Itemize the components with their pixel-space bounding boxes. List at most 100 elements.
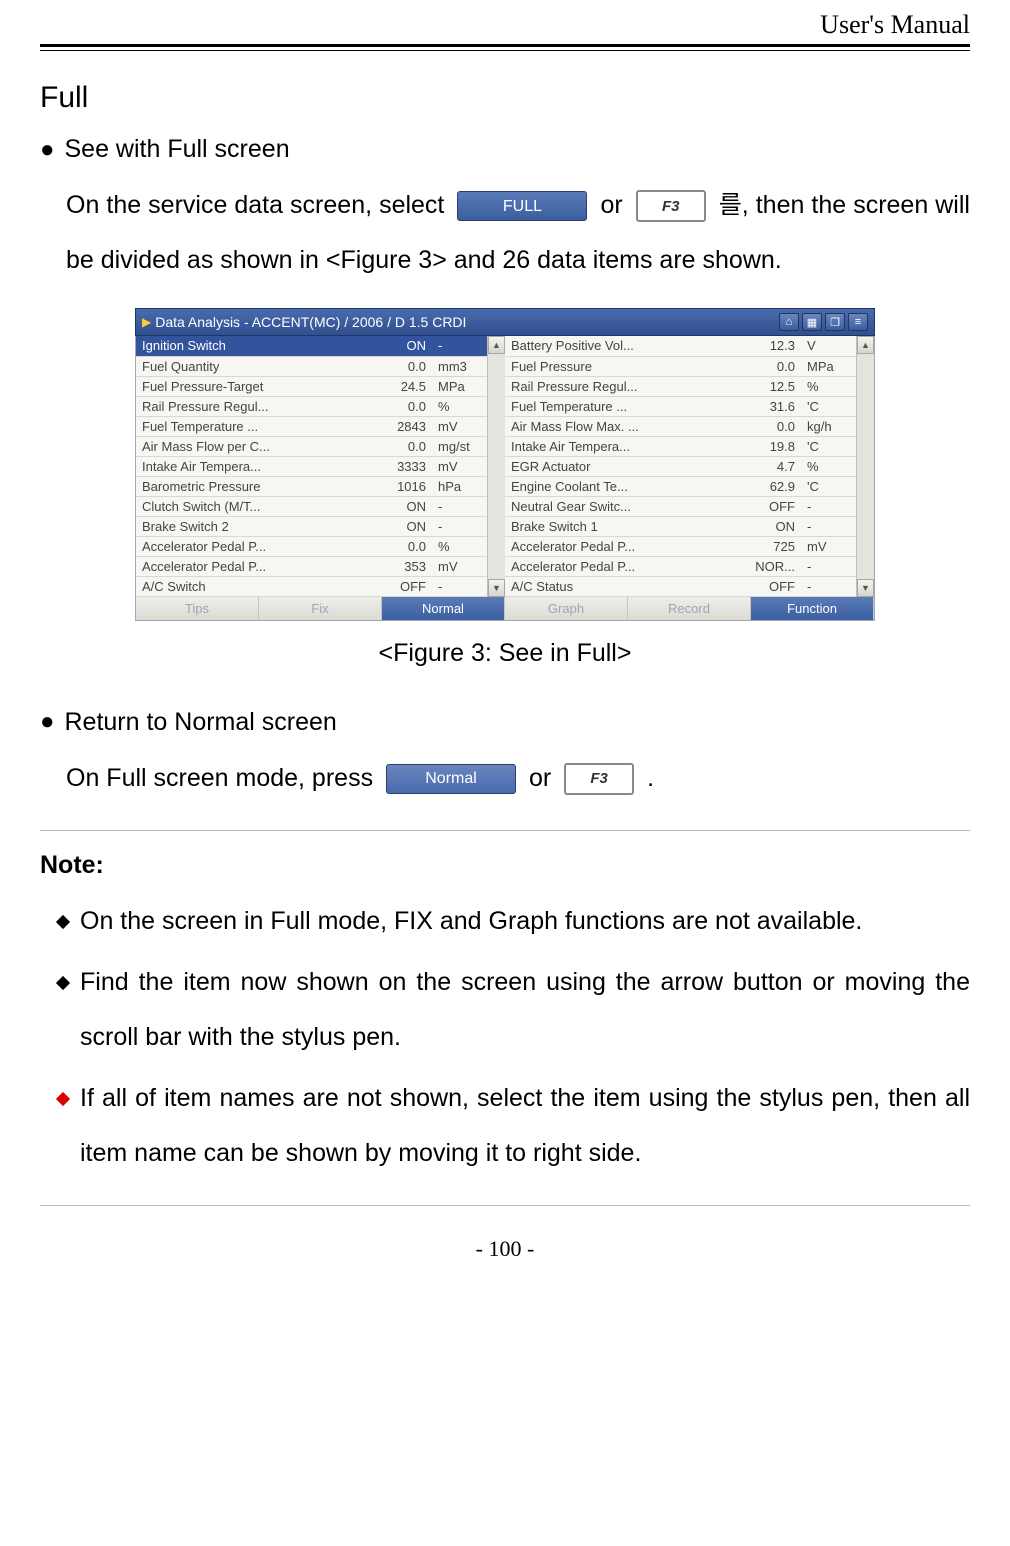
cell-unit: - (432, 516, 487, 536)
cell-value: 0.0 (372, 356, 432, 376)
cell-value: 12.3 (741, 336, 801, 356)
cell-unit: - (801, 516, 856, 536)
titlebar-doc-icon[interactable]: ❐ (825, 313, 845, 331)
cell-unit: hPa (432, 476, 487, 496)
table-row[interactable]: Rail Pressure Regul...12.5% (505, 376, 856, 396)
cell-name: Accelerator Pedal P... (136, 536, 372, 556)
cell-value: 3333 (372, 456, 432, 476)
table-row[interactable]: Fuel Pressure0.0MPa (505, 356, 856, 376)
right-scrollbar[interactable]: ▲ ▼ (856, 336, 874, 597)
cell-name: Neutral Gear Switc... (505, 496, 741, 516)
cell-value: ON (372, 516, 432, 536)
note-item: On the screen in Full mode, FIX and Grap… (80, 894, 970, 949)
table-row[interactable]: A/C StatusOFF- (505, 576, 856, 596)
bullet1-paragraph: On the service data screen, select FULL … (66, 178, 970, 288)
titlebar-grid-icon[interactable]: ▦ (802, 313, 822, 331)
table-row[interactable]: Accelerator Pedal P...NOR...- (505, 556, 856, 576)
cell-name: Accelerator Pedal P... (136, 556, 372, 576)
table-row[interactable]: Accelerator Pedal P...353mV (136, 556, 487, 576)
cell-value: ON (741, 516, 801, 536)
cell-unit: V (801, 336, 856, 356)
table-row[interactable]: Engine Coolant Te...62.9'C (505, 476, 856, 496)
table-row[interactable]: Air Mass Flow Max. ...0.0kg/h (505, 416, 856, 436)
table-row[interactable]: Fuel Temperature ...2843mV (136, 416, 487, 436)
footer-tab-record[interactable]: Record (628, 597, 751, 620)
figure-3: ▶ Data Analysis - ACCENT(MC) / 2006 / D … (135, 308, 875, 621)
cell-unit: - (432, 496, 487, 516)
figure-right-table: Battery Positive Vol...12.3VFuel Pressur… (505, 336, 856, 597)
note-text: If all of item names are not shown, sele… (80, 1084, 970, 1167)
table-row[interactable]: Intake Air Tempera...19.8'C (505, 436, 856, 456)
titlebar-menu-icon[interactable]: ≡ (848, 313, 868, 331)
cell-name: Fuel Pressure (505, 356, 741, 376)
table-row[interactable]: Battery Positive Vol...12.3V (505, 336, 856, 356)
table-row[interactable]: Accelerator Pedal P...0.0% (136, 536, 487, 556)
cell-name: Intake Air Tempera... (505, 436, 741, 456)
f3-key-icon[interactable]: F3 (564, 763, 634, 795)
cell-unit: mV (432, 456, 487, 476)
footer-tab-function[interactable]: Function (751, 597, 874, 620)
titlebar-home-icon[interactable]: ⌂ (779, 313, 799, 331)
scroll-down-icon[interactable]: ▼ (857, 579, 874, 597)
table-row[interactable]: Air Mass Flow per C...0.0mg/st (136, 436, 487, 456)
cell-unit: 'C (801, 436, 856, 456)
cell-name: Battery Positive Vol... (505, 336, 741, 356)
cell-name: Accelerator Pedal P... (505, 536, 741, 556)
table-row[interactable]: Fuel Temperature ...31.6'C (505, 396, 856, 416)
cell-value: 31.6 (741, 396, 801, 416)
footer-tab-fix[interactable]: Fix (259, 597, 382, 620)
table-row[interactable]: Accelerator Pedal P...725mV (505, 536, 856, 556)
table-row[interactable]: Brake Switch 2ON- (136, 516, 487, 536)
note-item: If all of item names are not shown, sele… (80, 1071, 970, 1181)
scroll-up-icon[interactable]: ▲ (857, 336, 874, 354)
cell-name: Brake Switch 1 (505, 516, 741, 536)
figure-left-table: Ignition SwitchON-Fuel Quantity0.0mm3Fue… (136, 336, 487, 597)
bullet1-text-pre: On the service data screen, select (66, 191, 451, 219)
table-row[interactable]: A/C SwitchOFF- (136, 576, 487, 596)
full-button[interactable]: FULL (457, 191, 587, 221)
table-row[interactable]: EGR Actuator4.7% (505, 456, 856, 476)
left-scrollbar[interactable]: ▲ ▼ (487, 336, 505, 597)
cell-value: 4.7 (741, 456, 801, 476)
cell-unit: - (432, 336, 487, 356)
cell-unit: - (801, 496, 856, 516)
footer-tab-tips[interactable]: Tips (136, 597, 259, 620)
table-row[interactable]: Fuel Pressure-Target24.5MPa (136, 376, 487, 396)
cell-unit: mm3 (432, 356, 487, 376)
cell-value: ON (372, 336, 432, 356)
table-row[interactable]: Barometric Pressure1016hPa (136, 476, 487, 496)
cell-unit: mV (801, 536, 856, 556)
cell-value: 24.5 (372, 376, 432, 396)
cell-unit: MPa (432, 376, 487, 396)
note-list: On the screen in Full mode, FIX and Grap… (40, 894, 970, 1181)
normal-button[interactable]: Normal (386, 764, 516, 794)
bullet-return-normal: ● Return to Normal screen (40, 708, 970, 737)
cell-value: OFF (741, 576, 801, 596)
cell-value: ON (372, 496, 432, 516)
figure-footer-tabs: TipsFixNormalGraphRecordFunction (135, 597, 875, 621)
footer-tab-graph[interactable]: Graph (505, 597, 628, 620)
bullet-full-screen: ● See with Full screen (40, 135, 970, 164)
scroll-track[interactable] (857, 354, 874, 579)
cell-name: Rail Pressure Regul... (136, 396, 372, 416)
figure-left-column: Ignition SwitchON-Fuel Quantity0.0mm3Fue… (136, 336, 487, 597)
table-row[interactable]: Ignition SwitchON- (136, 336, 487, 356)
cell-value: 1016 (372, 476, 432, 496)
scroll-down-icon[interactable]: ▼ (488, 579, 505, 597)
table-row[interactable]: Clutch Switch (M/T...ON- (136, 496, 487, 516)
footer-tab-normal[interactable]: Normal (382, 597, 505, 620)
table-row[interactable]: Neutral Gear Switc...OFF- (505, 496, 856, 516)
cell-name: Air Mass Flow per C... (136, 436, 372, 456)
table-row[interactable]: Intake Air Tempera...3333mV (136, 456, 487, 476)
scroll-up-icon[interactable]: ▲ (488, 336, 505, 354)
table-row[interactable]: Brake Switch 1ON- (505, 516, 856, 536)
cell-name: Fuel Pressure-Target (136, 376, 372, 396)
table-row[interactable]: Fuel Quantity0.0mm3 (136, 356, 487, 376)
f3-key-icon[interactable]: F3 (636, 190, 706, 222)
divider (40, 1205, 970, 1206)
scroll-track[interactable] (488, 354, 505, 579)
cell-name: A/C Status (505, 576, 741, 596)
table-row[interactable]: Rail Pressure Regul...0.0% (136, 396, 487, 416)
figure-body: Ignition SwitchON-Fuel Quantity0.0mm3Fue… (135, 336, 875, 597)
cell-value: 0.0 (372, 436, 432, 456)
